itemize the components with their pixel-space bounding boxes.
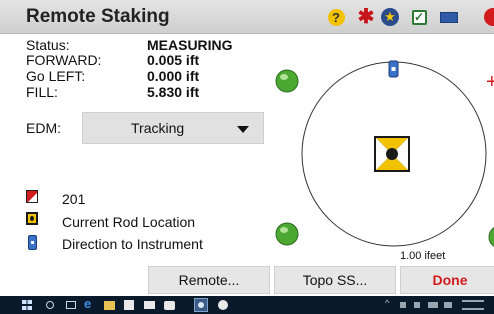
legend-rod-label: Current Rod Location [62, 214, 196, 230]
star-icon[interactable]: ★ [381, 8, 399, 26]
mail-icon[interactable] [144, 301, 155, 309]
go-left-label: Go LEFT: [26, 68, 86, 84]
search-icon[interactable] [46, 301, 54, 309]
topo-ss-button[interactable]: Topo SS... [274, 266, 396, 294]
check-icon[interactable]: ✓ [410, 8, 428, 26]
app-icon[interactable] [218, 300, 228, 310]
rod-location-icon [26, 212, 38, 225]
done-button[interactable]: Done [400, 266, 494, 294]
fill-label: FILL: [26, 84, 58, 100]
page-title: Remote Staking [26, 6, 170, 27]
chevron-down-icon [237, 126, 249, 133]
rod-location-icon [374, 136, 410, 172]
scale-label: 1.00 ifeet [400, 250, 445, 262]
volume-icon[interactable] [414, 302, 420, 308]
chevron-up-icon[interactable]: ^ [385, 298, 389, 308]
close-icon[interactable] [484, 8, 494, 26]
target-ball-icon [275, 69, 299, 93]
help-glyph: ? [327, 8, 345, 26]
windows-taskbar: e ^ [0, 296, 494, 314]
battery-icon[interactable] [440, 8, 458, 26]
target-ball-icon [275, 222, 299, 246]
forward-label: FORWARD: [26, 52, 102, 68]
instrument-direction-icon [388, 60, 399, 78]
laser-icon[interactable]: ✱ [357, 7, 375, 27]
help-icon[interactable]: ? [327, 8, 345, 26]
network-icon[interactable] [400, 302, 406, 308]
instrument-direction-icon [28, 235, 37, 250]
windows-start-icon[interactable] [22, 300, 32, 310]
edm-label: EDM: [26, 120, 61, 136]
right-marker: + [486, 71, 494, 93]
status-value: MEASURING [147, 37, 233, 53]
clock-icon[interactable] [462, 300, 484, 310]
camera-icon[interactable] [164, 301, 175, 310]
file-explorer-icon[interactable] [104, 301, 115, 310]
staking-graphic[interactable]: + 1.00 ifeet [264, 40, 494, 270]
remote-button[interactable]: Remote... [148, 266, 270, 294]
legend-point-label: 201 [62, 191, 86, 207]
keyboard-icon[interactable] [444, 302, 452, 308]
remote-staking-screen: Remote Staking ? ✱ ★ ✓ Status: MEASURING… [0, 0, 494, 314]
target-ball-icon [488, 227, 494, 247]
edm-selected-value: Tracking [131, 120, 185, 136]
browser-icon[interactable]: e [84, 296, 91, 311]
edm-dropdown[interactable]: Tracking [82, 112, 264, 144]
legend-direction-label: Direction to Instrument [62, 236, 203, 252]
stake-point-icon [26, 190, 38, 203]
field-app-icon[interactable] [194, 298, 208, 312]
tray-battery-icon[interactable] [428, 302, 438, 308]
title-bar: Remote Staking ? ✱ ★ ✓ [0, 0, 494, 34]
go-left-value: 0.000 ift [147, 68, 200, 84]
store-icon[interactable] [124, 300, 134, 310]
fill-value: 5.830 ift [147, 84, 200, 100]
task-view-icon[interactable] [66, 301, 76, 309]
status-label: Status: [26, 37, 70, 53]
forward-value: 0.005 ift [147, 52, 200, 68]
